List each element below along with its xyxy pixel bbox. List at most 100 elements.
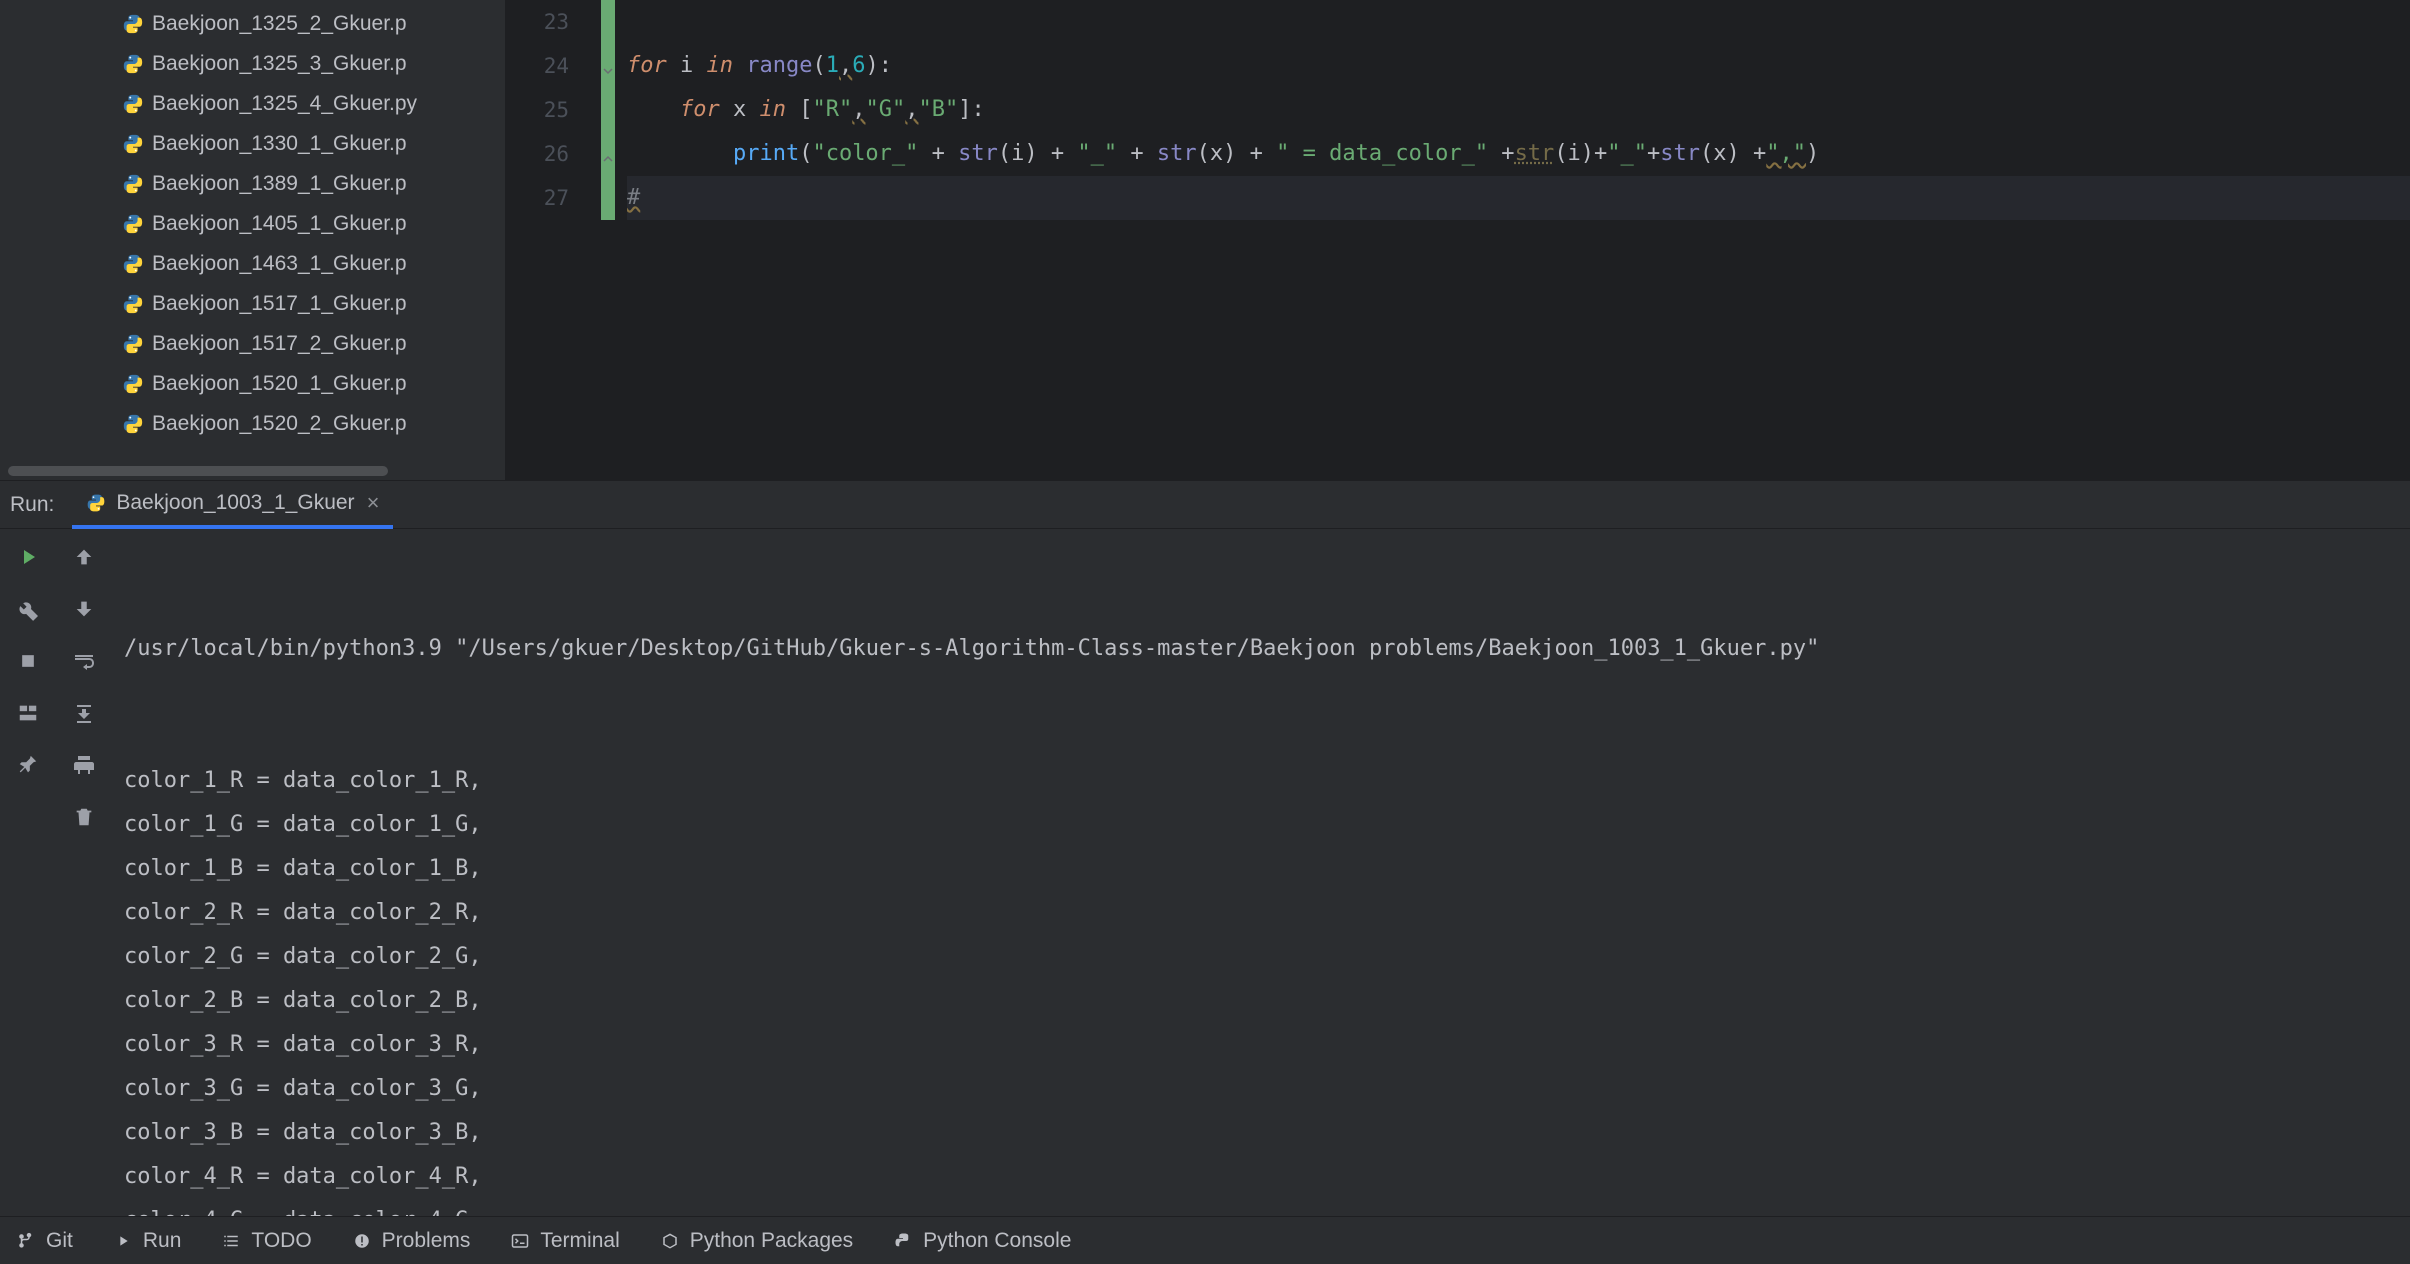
tree-file-label: Baekjoon_1517_1_Gkuer.p [152, 292, 407, 316]
status-label: Python Packages [690, 1229, 853, 1253]
status-run[interactable]: Run [105, 1225, 190, 1257]
line-number: 23 [544, 10, 569, 34]
code-body[interactable]: for i in range(1,6): for x in ["R","G","… [615, 0, 2410, 480]
status-terminal[interactable]: Terminal [502, 1225, 627, 1257]
python-file-icon [122, 53, 144, 75]
status-label: Problems [382, 1229, 471, 1253]
branch-icon [16, 1231, 36, 1251]
up-arrow-icon[interactable] [68, 541, 100, 573]
tree-file-label: Baekjoon_1520_2_Gkuer.p [152, 412, 407, 436]
run-header: Run: Baekjoon_1003_1_Gkuer × [0, 481, 2410, 529]
console-line: color_1_B = data_color_1_B, [124, 847, 2398, 891]
status-label: Python Console [923, 1229, 1071, 1253]
tree-file-item[interactable]: Baekjoon_1517_1_Gkuer.p [0, 284, 505, 324]
tree-file-label: Baekjoon_1463_1_Gkuer.p [152, 252, 407, 276]
tree-file-item[interactable]: Baekjoon_1520_1_Gkuer.p [0, 364, 505, 404]
tree-file-label: Baekjoon_1520_1_Gkuer.p [152, 372, 407, 396]
scroll-to-end-icon[interactable] [68, 697, 100, 729]
python-file-icon [122, 173, 144, 195]
stop-button[interactable] [12, 645, 44, 677]
tree-file-label: Baekjoon_1517_2_Gkuer.p [152, 332, 407, 356]
rerun-button[interactable] [12, 541, 44, 573]
package-icon [660, 1231, 680, 1251]
status-label: TODO [251, 1229, 311, 1253]
tree-file-label: Baekjoon_1405_1_Gkuer.p [152, 212, 407, 236]
fold-end-icon[interactable] [601, 147, 615, 161]
status-problems[interactable]: Problems [344, 1225, 479, 1257]
python-icon [893, 1231, 913, 1251]
line-number: 25 [544, 98, 569, 122]
run-toolbar-secondary [56, 529, 112, 1216]
status-python-packages[interactable]: Python Packages [652, 1225, 861, 1257]
run-toolbar-primary [0, 529, 56, 1216]
console-line: color_2_B = data_color_2_B, [124, 979, 2398, 1023]
gutter[interactable]: 23 24 25 26 27 [505, 0, 615, 480]
python-file-icon [86, 493, 106, 513]
console-line: color_1_R = data_color_1_R, [124, 759, 2398, 803]
python-file-icon [122, 13, 144, 35]
status-label: Terminal [540, 1229, 619, 1253]
tree-file-label: Baekjoon_1330_1_Gkuer.p [152, 132, 407, 156]
code-line[interactable] [627, 0, 2410, 44]
line-number: 27 [544, 186, 569, 210]
tree-file-item[interactable]: Baekjoon_1389_1_Gkuer.p [0, 164, 505, 204]
console-line: color_2_R = data_color_2_R, [124, 891, 2398, 935]
console-line: color_3_R = data_color_3_R, [124, 1023, 2398, 1067]
wrench-icon[interactable] [12, 593, 44, 625]
tree-file-item[interactable]: Baekjoon_1517_2_Gkuer.p [0, 324, 505, 364]
code-line[interactable]: for i in range(1,6): [627, 44, 2410, 88]
console-line: color_4_G = data_color_4_G, [124, 1199, 2398, 1216]
python-file-icon [122, 213, 144, 235]
console-line: color_1_G = data_color_1_G, [124, 803, 2398, 847]
console-line: color_3_G = data_color_3_G, [124, 1067, 2398, 1111]
run-label: Run: [10, 493, 54, 517]
run-tool-window: Run: Baekjoon_1003_1_Gkuer × /usr/local/… [0, 480, 2410, 1216]
run-tab[interactable]: Baekjoon_1003_1_Gkuer × [72, 481, 393, 529]
code-line[interactable]: for x in ["R","G","B"]: [627, 88, 2410, 132]
code-line[interactable]: # [627, 176, 2410, 220]
status-python-console[interactable]: Python Console [885, 1225, 1079, 1257]
console-line: color_3_B = data_color_3_B, [124, 1111, 2398, 1155]
status-bar: Git Run TODO Problems Terminal Python Pa… [0, 1216, 2410, 1264]
status-git[interactable]: Git [8, 1225, 81, 1257]
list-icon [221, 1231, 241, 1251]
python-file-icon [122, 413, 144, 435]
console-line: color_4_R = data_color_4_R, [124, 1155, 2398, 1199]
project-tree[interactable]: Baekjoon_1325_2_Gkuer.p Baekjoon_1325_3_G… [0, 0, 505, 480]
python-file-icon [122, 93, 144, 115]
python-file-icon [122, 373, 144, 395]
tree-file-label: Baekjoon_1325_3_Gkuer.p [152, 52, 407, 76]
python-file-icon [122, 293, 144, 315]
soft-wrap-icon[interactable] [68, 645, 100, 677]
line-number: 24 [544, 54, 569, 78]
terminal-icon [510, 1231, 530, 1251]
console-line: color_2_G = data_color_2_G, [124, 935, 2398, 979]
play-icon [113, 1231, 133, 1251]
tree-file-item[interactable]: Baekjoon_1330_1_Gkuer.p [0, 124, 505, 164]
tree-file-item[interactable]: Baekjoon_1405_1_Gkuer.p [0, 204, 505, 244]
tree-horizontal-scrollbar[interactable] [8, 466, 388, 476]
status-label: Run [143, 1229, 182, 1253]
code-line[interactable]: print("color_" + str(i) + "_" + str(x) +… [627, 132, 2410, 176]
console-command: /usr/local/bin/python3.9 "/Users/gkuer/D… [124, 627, 2398, 671]
tree-file-label: Baekjoon_1325_2_Gkuer.p [152, 12, 407, 36]
console-output[interactable]: /usr/local/bin/python3.9 "/Users/gkuer/D… [112, 529, 2410, 1216]
python-file-icon [122, 133, 144, 155]
tree-file-item[interactable]: Baekjoon_1325_3_Gkuer.p [0, 44, 505, 84]
tree-file-item[interactable]: Baekjoon_1463_1_Gkuer.p [0, 244, 505, 284]
down-arrow-icon[interactable] [68, 593, 100, 625]
layout-icon[interactable] [12, 697, 44, 729]
tree-file-item[interactable]: Baekjoon_1520_2_Gkuer.p [0, 404, 505, 444]
pin-icon[interactable] [12, 749, 44, 781]
fold-toggle-icon[interactable] [601, 59, 615, 73]
editor[interactable]: 23 24 25 26 27 for i in range(1,6): for … [505, 0, 2410, 480]
tree-file-label: Baekjoon_1325_4_Gkuer.py [152, 92, 417, 116]
line-number: 26 [544, 142, 569, 166]
trash-icon[interactable] [68, 801, 100, 833]
close-tab-icon[interactable]: × [367, 490, 380, 516]
tree-file-item[interactable]: Baekjoon_1325_2_Gkuer.p [0, 4, 505, 44]
status-todo[interactable]: TODO [213, 1225, 319, 1257]
tree-file-item[interactable]: Baekjoon_1325_4_Gkuer.py [0, 84, 505, 124]
status-label: Git [46, 1229, 73, 1253]
print-icon[interactable] [68, 749, 100, 781]
